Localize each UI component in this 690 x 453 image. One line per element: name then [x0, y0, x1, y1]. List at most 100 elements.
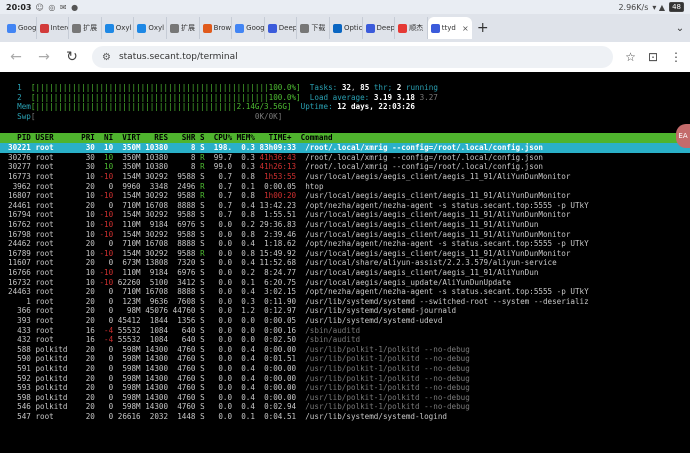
- process-row[interactable]: 598 polkitd 20 0 598M 14300 4760 S 0.0 0…: [8, 393, 470, 403]
- toolbar-actions: ☆ ⊡ ⋮: [625, 50, 682, 64]
- terminal-tab-icon: [430, 23, 440, 33]
- tab-label: 顺杰: [409, 24, 424, 32]
- battery-icon: 48: [669, 2, 684, 12]
- browser-icon: [202, 23, 212, 33]
- net-speed: 2.96K/s: [618, 2, 649, 12]
- process-row[interactable]: 1 root 20 0 123M 9636 7608 S 0.0 0.3 0:1…: [8, 297, 588, 307]
- tab-label: Goog: [18, 24, 37, 32]
- new-tab-button[interactable]: +: [472, 17, 494, 39]
- optic-icon: [332, 23, 342, 33]
- browser-tab[interactable]: 扩展: [69, 17, 102, 39]
- swap-meter: Swp[ 0K/0K]: [17, 111, 283, 121]
- browser-tab[interactable]: Oxyl: [134, 17, 167, 39]
- process-row[interactable]: 433 root 16 -4 55532 1084 640 S 0.0 0.0 …: [8, 326, 360, 336]
- back-button[interactable]: ←: [8, 49, 24, 65]
- tab-label: Oxyl: [115, 24, 132, 32]
- tab-label: Deep: [278, 24, 298, 32]
- process-row[interactable]: 16798 root 10 -10 154M 30292 9588 S 0.0 …: [8, 230, 570, 240]
- reload-button[interactable]: ↻: [64, 49, 80, 65]
- process-row[interactable]: 16732 root 10 -10 62260 5100 3412 S 0.0 …: [8, 278, 511, 288]
- system-status-bar: 20:03 ☺ ◎ ✉ ● 2.96K/s ▾ ▲ 48: [0, 0, 690, 14]
- browser-tab[interactable]: Goog: [232, 17, 265, 39]
- process-row[interactable]: 16762 root 10 -10 110M 9184 6976 S 0.0 0…: [8, 220, 538, 230]
- process-row[interactable]: 16789 root 10 -10 154M 30292 9588 R 0.0 …: [8, 249, 570, 259]
- browser-tab[interactable]: Optic: [330, 17, 363, 39]
- forward-button[interactable]: →: [36, 49, 52, 65]
- signal-icon: ▾ ▲: [652, 2, 666, 12]
- process-row[interactable]: 24463 root 20 0 710M 16708 8888 S 0.0 0.…: [8, 287, 589, 297]
- tab-label: Brow: [213, 24, 232, 32]
- process-row[interactable]: 547 root 20 0 26616 2032 1448 S 0.0 0.1 …: [8, 412, 447, 422]
- deepseek-icon: [267, 23, 277, 33]
- side-floating-button[interactable]: EA: [676, 124, 690, 148]
- cpu1-meter: 1 [|||||||||||||||||||||||||||||||||||||…: [17, 83, 438, 92]
- tab-label: 扩展: [83, 24, 98, 32]
- process-row[interactable]: 432 root 16 -4 55532 1084 640 S 0.0 0.0 …: [8, 335, 360, 345]
- browser-tab[interactable]: 扩展: [167, 17, 200, 39]
- address-bar[interactable]: ⚙ status.secant.top/terminal: [92, 46, 614, 68]
- extensions-icon[interactable]: ⊡: [648, 50, 658, 64]
- browser-tab[interactable]: Interc: [37, 17, 70, 39]
- process-row[interactable]: 16794 root 10 -10 154M 30292 9588 S 0.7 …: [8, 210, 570, 220]
- process-row[interactable]: 24462 root 20 0 710M 16708 8888 S 0.0 0.…: [8, 239, 589, 249]
- tab-label: Optic: [343, 24, 363, 32]
- browser-toolbar: ← → ↻ ⚙ status.secant.top/terminal ☆ ⊡ ⋮: [0, 42, 690, 72]
- browser-tab[interactable]: 顺杰: [395, 17, 428, 39]
- process-row[interactable]: 16807 root 10 -10 154M 30292 9588 R 0.7 …: [8, 191, 570, 201]
- browser-tab[interactable]: 下载: [297, 17, 330, 39]
- process-row[interactable]: 3962 root 20 0 9960 3348 2496 R 0.7 0.1 …: [8, 182, 324, 192]
- site-info-icon[interactable]: ⚙: [102, 52, 111, 63]
- tab-label: Goog: [246, 24, 265, 32]
- process-row[interactable]: 30276 root 30 10 350M 10380 8 R 99.7 0.3…: [8, 153, 543, 163]
- doc-icon: [72, 23, 82, 33]
- tab-label: 扩展: [180, 24, 195, 32]
- browser-tab-strip: Goog Interc 扩展 Oxyl Oxyl 扩展 Brow Goog Deep 下载 Opti…: [0, 14, 690, 42]
- process-row[interactable]: 593 polkitd 20 0 598M 14300 4760 S 0.0 0…: [8, 383, 470, 393]
- tab-label: Interc: [50, 24, 70, 32]
- google-icon: [7, 23, 16, 33]
- intercom-icon: [39, 23, 49, 33]
- oxylabs-icon: [137, 23, 147, 33]
- tab-label: ttyd: [441, 24, 456, 32]
- process-row[interactable]: 24461 root 20 0 710M 16708 8888 S 0.7 0.…: [8, 201, 589, 211]
- process-row[interactable]: 30277 root 30 10 350M 10380 8 R 99.0 0.3…: [8, 162, 543, 172]
- oxylabs-icon: [104, 23, 114, 33]
- mem-meter: Mem[||||||||||||||||||||||||||||||||||||…: [17, 102, 415, 112]
- google-icon: [235, 23, 245, 33]
- process-row[interactable]: 393 root 20 0 45412 1844 1356 S 0.0 0.0 …: [8, 316, 442, 326]
- status-right: 2.96K/s ▾ ▲ 48: [618, 2, 684, 12]
- browser-tab[interactable]: Deep: [265, 17, 298, 39]
- browser-tab[interactable]: Goog: [4, 17, 37, 39]
- terminal-window[interactable]: EA 1 [||||||||||||||||||||||||||||||||||…: [0, 72, 690, 453]
- process-row[interactable]: 16773 root 10 -10 154M 30292 9588 S 0.7 …: [8, 172, 570, 182]
- doc-icon: [300, 23, 310, 33]
- tab-label: Deep: [376, 24, 395, 32]
- url-text[interactable]: status.secant.top/terminal: [119, 52, 238, 62]
- browser-tab[interactable]: ttyd ×: [427, 17, 472, 39]
- process-row[interactable]: 16766 root 10 -10 110M 9184 6976 S 0.0 0…: [8, 268, 538, 278]
- process-column-header: PID USER PRI NI VIRT RES SHR S CPU% MEM%…: [8, 133, 333, 143]
- process-row[interactable]: 366 root 20 0 98M 45076 44760 S 0.0 1.2 …: [8, 306, 456, 316]
- process-row[interactable]: 590 polkitd 20 0 598M 14300 4760 S 0.0 0…: [8, 354, 470, 364]
- tab-label: Oxyl: [148, 24, 165, 32]
- process-row[interactable]: 592 polkitd 20 0 598M 14300 4760 S 0.0 0…: [8, 374, 470, 384]
- process-row[interactable]: 588 polkitd 20 0 598M 14300 4760 S 0.0 0…: [8, 345, 470, 355]
- app-icon: [398, 23, 408, 33]
- cpu2-meter: 2 [|||||||||||||||||||||||||||||||||||||…: [17, 92, 438, 102]
- notification-icons: ☺ ◎ ✉ ●: [35, 2, 80, 12]
- doc-icon: [169, 23, 179, 33]
- clock: 20:03: [6, 2, 32, 12]
- browser-menu-icon[interactable]: ⋮: [670, 50, 682, 64]
- tab-list-menu-icon[interactable]: ⌄: [670, 23, 690, 34]
- bookmark-star-icon[interactable]: ☆: [625, 50, 636, 64]
- close-tab-icon[interactable]: ×: [462, 24, 469, 33]
- process-row[interactable]: 546 polkitd 20 0 598M 14300 4760 S 0.0 0…: [8, 402, 470, 412]
- browser-tab[interactable]: Oxyl: [102, 17, 135, 39]
- browser-tab[interactable]: Deep: [363, 17, 396, 39]
- process-row-selected[interactable]: 30221 root 30 10 350M 10380 8 S 198. 0.3…: [8, 143, 543, 153]
- browser-tab[interactable]: Brow: [200, 17, 233, 39]
- tab-label: 下载: [311, 24, 326, 32]
- process-row[interactable]: 11607 root 20 0 673M 13808 7320 S 0.0 0.…: [8, 258, 557, 268]
- process-row[interactable]: 591 polkitd 20 0 598M 14300 4760 S 0.0 0…: [8, 364, 470, 374]
- deepseek-icon: [365, 23, 375, 33]
